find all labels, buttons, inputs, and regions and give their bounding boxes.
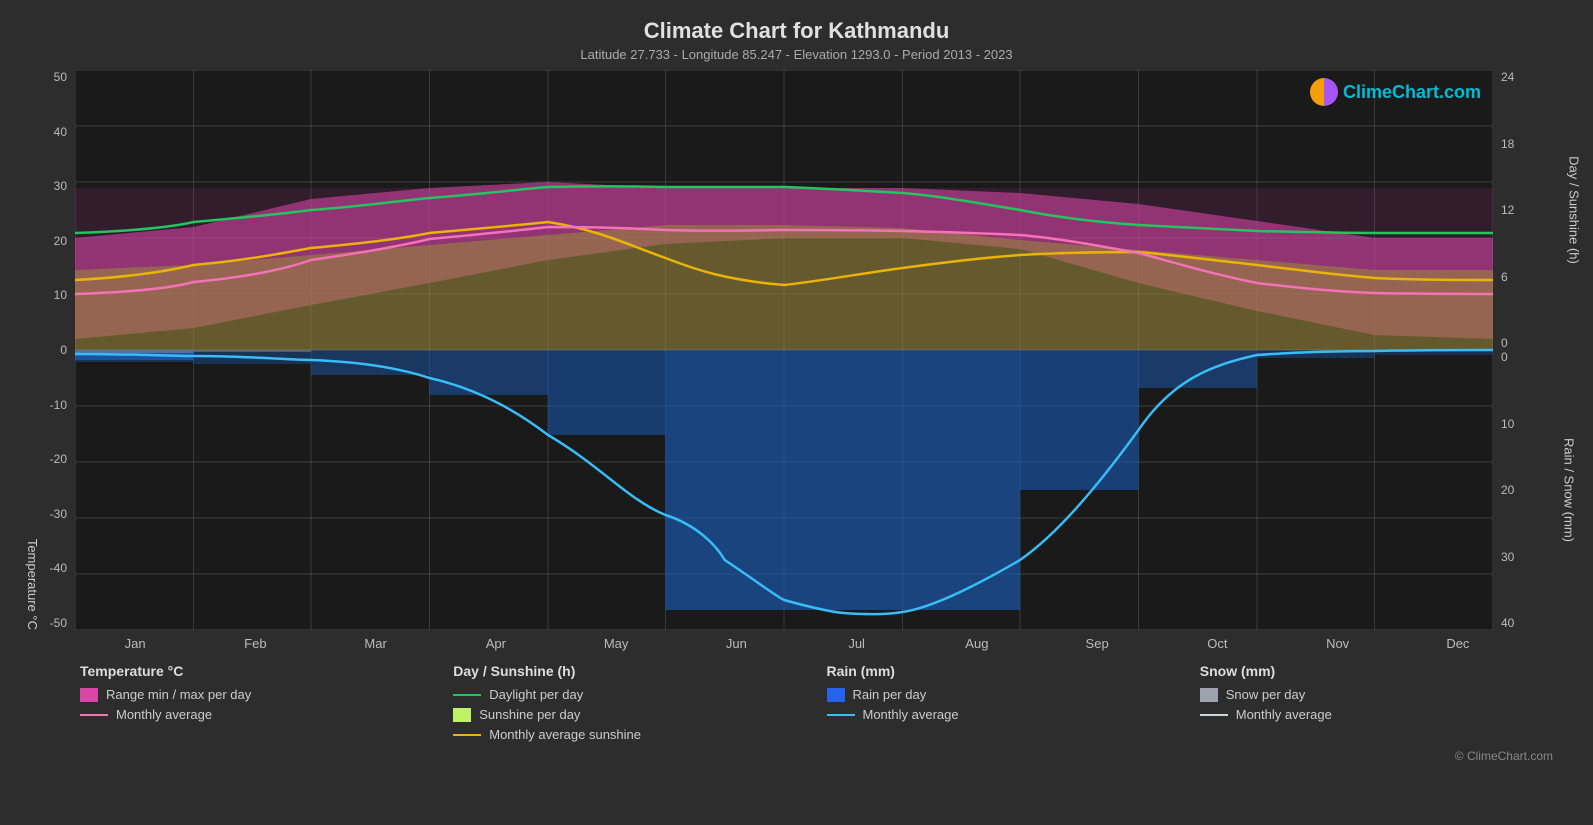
legend-snow-title: Snow (mm): [1200, 663, 1573, 679]
month-jul: Jul: [797, 636, 917, 651]
month-may: May: [556, 636, 676, 651]
legend-line-rain-avg: [827, 714, 855, 716]
legend-temp-range: Range min / max per day: [80, 687, 453, 702]
legend-temperature-title: Temperature °C: [80, 663, 453, 679]
legend-rain-avg: Monthly average: [827, 707, 1200, 722]
legend-sunshine-per-day-label: Sunshine per day: [479, 707, 580, 722]
chart-subtitle: Latitude 27.733 - Longitude 85.247 - Ele…: [20, 47, 1573, 62]
legend-daylight-label: Daylight per day: [489, 687, 583, 702]
legend-line-snow-avg: [1200, 714, 1228, 716]
legend-sunshine: Day / Sunshine (h) Daylight per day Suns…: [453, 663, 826, 747]
watermark-text-top: ClimeChart.com: [1343, 82, 1481, 103]
logo-icon-top: [1310, 78, 1338, 106]
legend-temp-avg: Monthly average: [80, 707, 453, 722]
legend-rain-avg-label: Monthly average: [863, 707, 959, 722]
legend-swatch-rain: [827, 688, 845, 702]
legend-snow-per-day-label: Snow per day: [1226, 687, 1306, 702]
chart-svg: [75, 70, 1493, 630]
legend-swatch-snow: [1200, 688, 1218, 702]
legend-sunshine-title: Day / Sunshine (h): [453, 663, 826, 679]
y-axis-left: Temperature °C 50 40 30 20 10 0 -10 -20 …: [20, 70, 75, 630]
month-oct: Oct: [1157, 636, 1277, 651]
chart-area-wrapper: Temperature °C 50 40 30 20 10 0 -10 -20 …: [20, 70, 1573, 630]
legend-swatch-sunshine: [453, 708, 471, 722]
legend-rain-per-day-label: Rain per day: [853, 687, 927, 702]
y-axis-left-label: Temperature °C: [25, 70, 40, 630]
month-dec: Dec: [1398, 636, 1518, 651]
month-jan: Jan: [75, 636, 195, 651]
legend-line-daylight: [453, 694, 481, 696]
legend-sunshine-avg: Monthly average sunshine: [453, 727, 826, 742]
legend-daylight: Daylight per day: [453, 687, 826, 702]
y-axis-right-sunshine-label: Day / Sunshine (h): [1567, 156, 1582, 264]
copyright: © ClimeChart.com: [20, 749, 1553, 763]
month-sep: Sep: [1037, 636, 1157, 651]
y-axis-right-rain-label: Rain / Snow (mm): [1561, 438, 1576, 542]
legend-rain: Rain (mm) Rain per day Monthly average: [827, 663, 1200, 747]
legend-snow: Snow (mm) Snow per day Monthly average: [1200, 663, 1573, 747]
month-aug: Aug: [917, 636, 1037, 651]
legend-rain-per-day: Rain per day: [827, 687, 1200, 702]
legend-snow-avg: Monthly average: [1200, 707, 1573, 722]
chart-title: Climate Chart for Kathmandu: [20, 18, 1573, 44]
legend-temp-avg-label: Monthly average: [116, 707, 212, 722]
legend-sunshine-per-day: Sunshine per day: [453, 707, 826, 722]
legend-line-temp-avg: [80, 714, 108, 716]
x-axis: Jan Feb Mar Apr May Jun Jul Aug Sep Oct …: [75, 630, 1518, 651]
legend-swatch-temp-range: [80, 688, 98, 702]
month-nov: Nov: [1278, 636, 1398, 651]
chart-main: ClimeChart.com ClimeChart.com: [75, 70, 1493, 630]
legend-temperature: Temperature °C Range min / max per day M…: [80, 663, 453, 747]
legend-sunshine-avg-label: Monthly average sunshine: [489, 727, 641, 742]
legend-line-sunshine-avg: [453, 734, 481, 736]
legend-snow-per-day: Snow per day: [1200, 687, 1573, 702]
month-apr: Apr: [436, 636, 556, 651]
legend-temp-range-label: Range min / max per day: [106, 687, 251, 702]
page-container: Climate Chart for Kathmandu Latitude 27.…: [0, 0, 1593, 825]
y-axis-right: 24 18 12 6 0 Day / Sunshine (h) 0 10 20 …: [1493, 70, 1573, 630]
month-jun: Jun: [676, 636, 796, 651]
legend-snow-avg-label: Monthly average: [1236, 707, 1332, 722]
legend-rain-title: Rain (mm): [827, 663, 1200, 679]
month-mar: Mar: [316, 636, 436, 651]
legend-area: Temperature °C Range min / max per day M…: [80, 663, 1573, 747]
month-feb: Feb: [195, 636, 315, 651]
watermark-top: ClimeChart.com: [1310, 78, 1481, 106]
